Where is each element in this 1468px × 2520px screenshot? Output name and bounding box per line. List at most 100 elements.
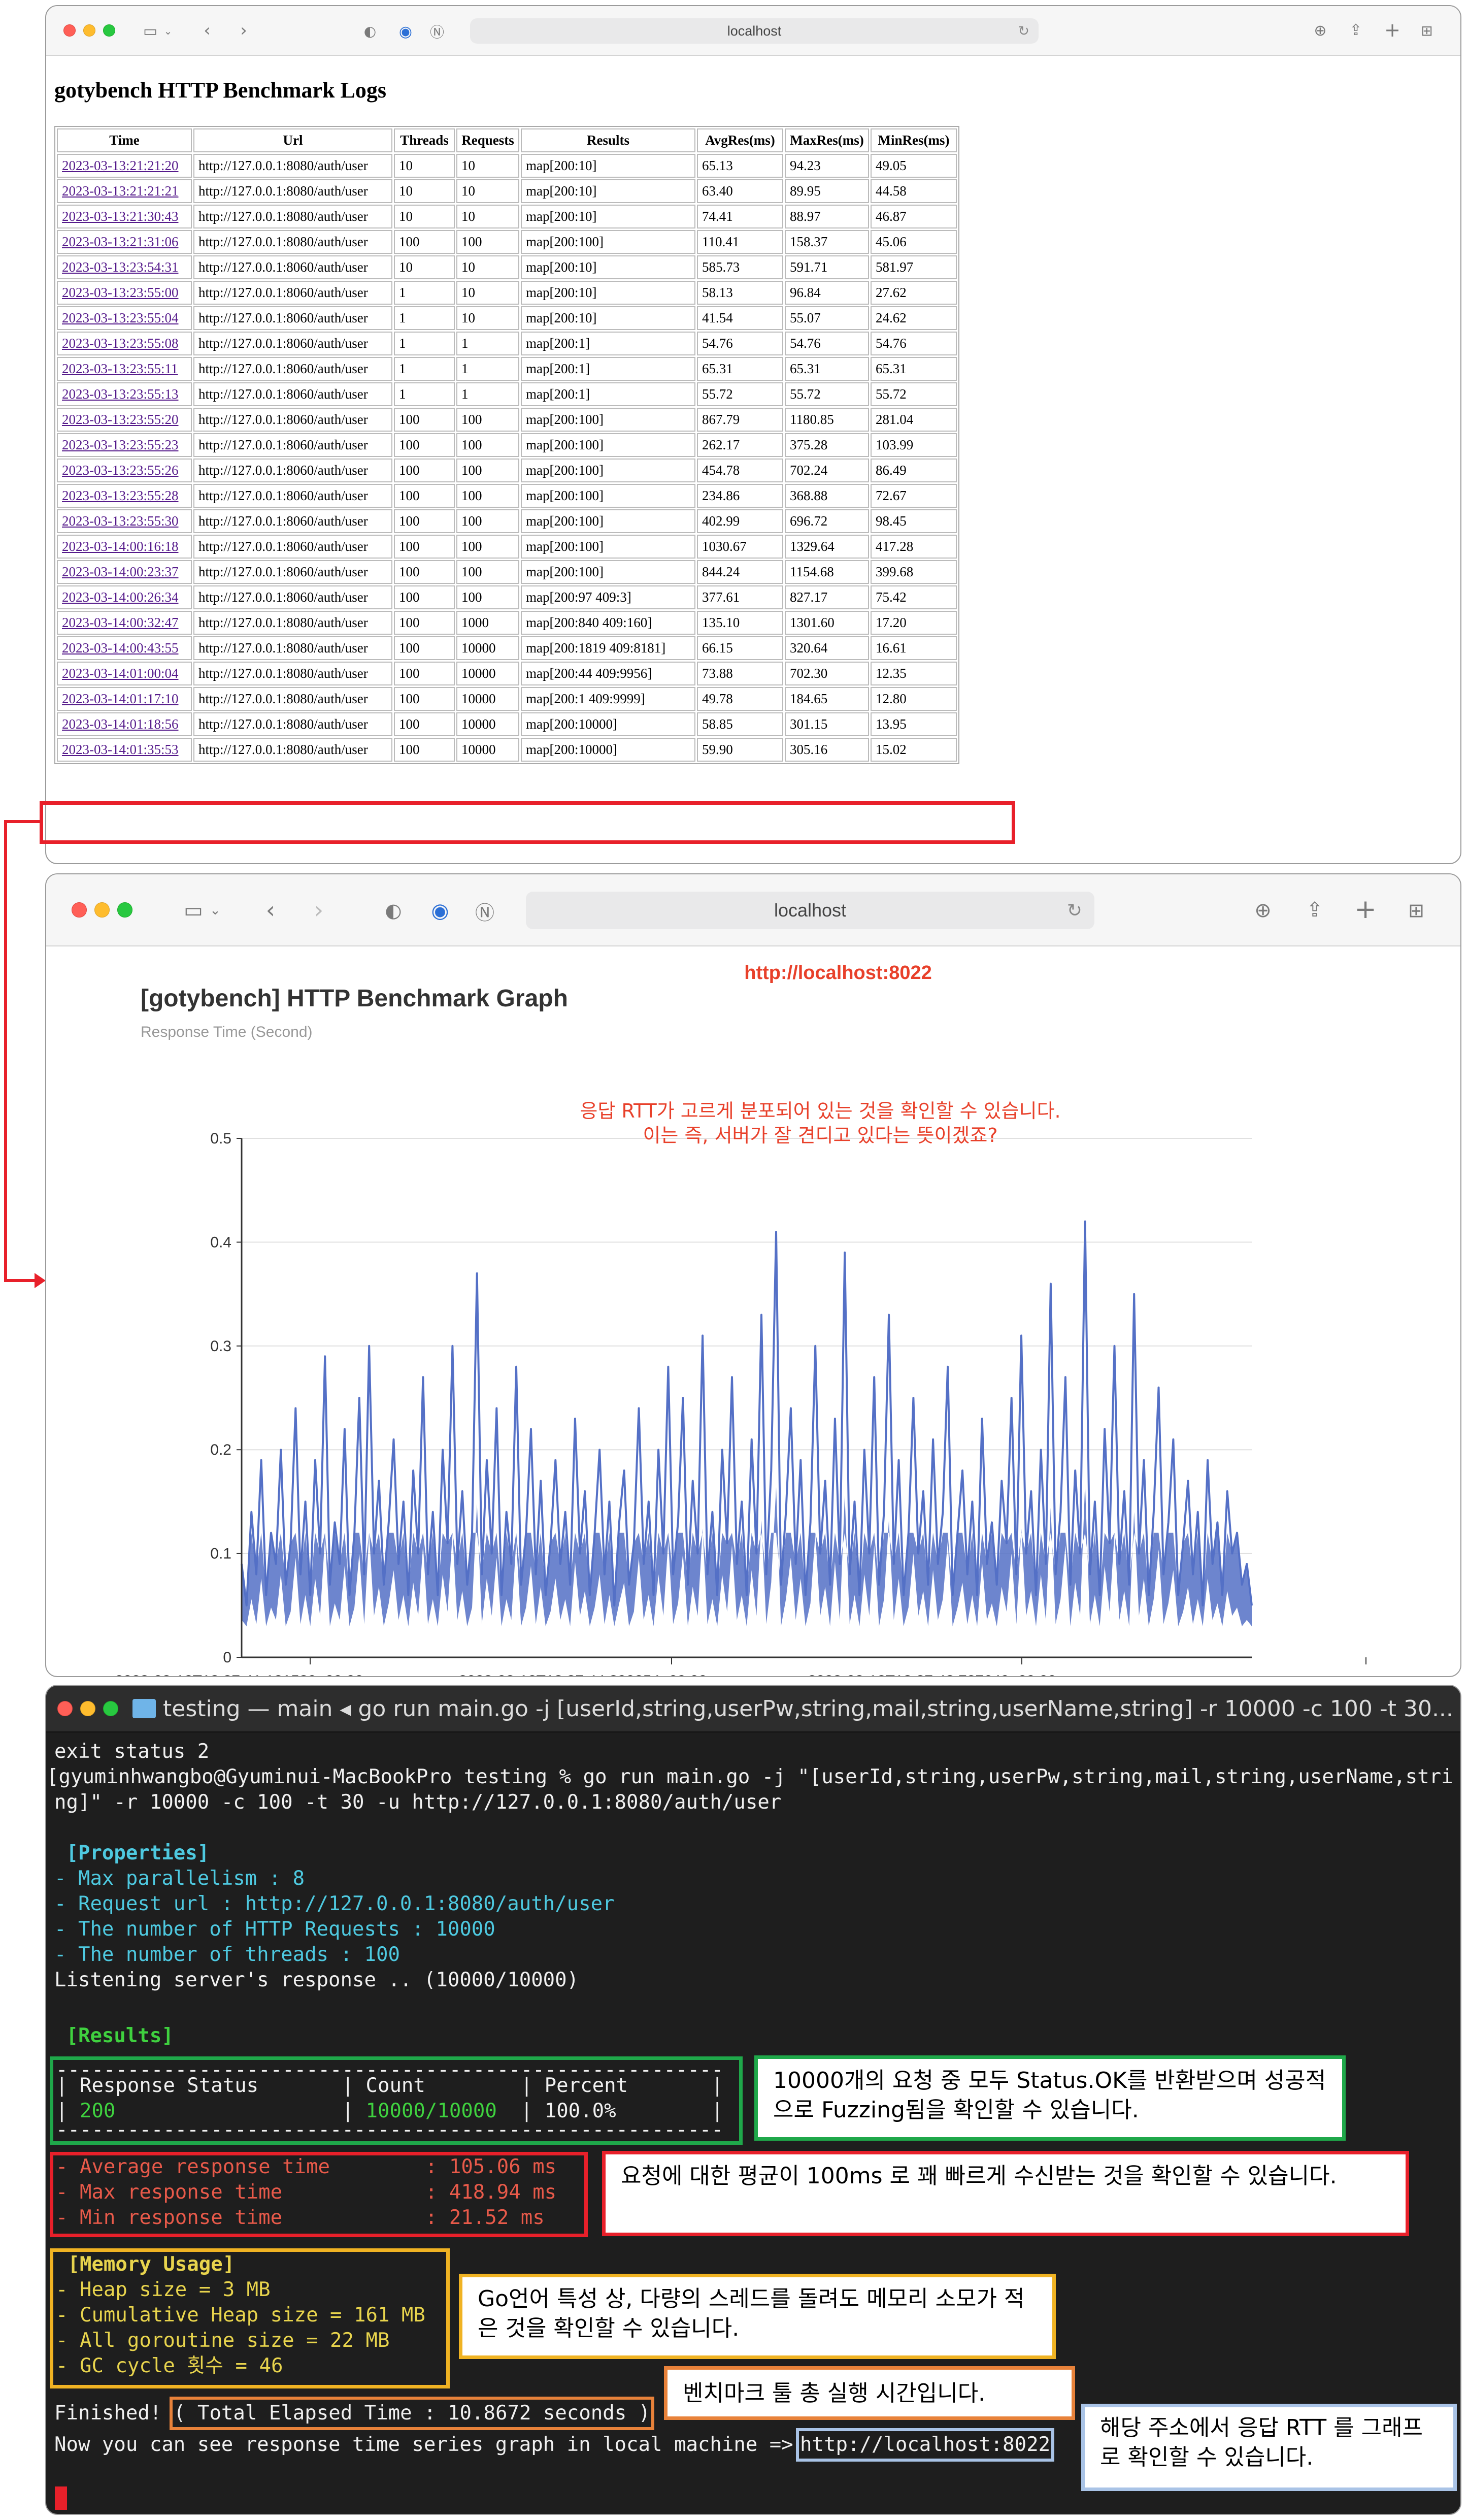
memory-line: - Cumulative Heap size = 161 MB	[56, 2304, 425, 2327]
log-time-link[interactable]: 2023-03-14:00:16:18	[57, 535, 192, 559]
forward-icon[interactable]: ›	[235, 20, 252, 41]
log-time-link[interactable]: 2023-03-13:21:30:43	[57, 205, 192, 228]
log-time-link[interactable]: 2023-03-14:00:43:55	[57, 636, 192, 660]
table-cell: 100	[394, 585, 455, 609]
minimize-window-button[interactable]	[80, 1701, 95, 1716]
share-icon[interactable]: ⇪	[1346, 19, 1366, 41]
table-cell: map[200:100]	[521, 433, 695, 457]
new-tab-icon[interactable]: +	[1382, 19, 1403, 41]
extension-icon[interactable]: ◉	[395, 21, 416, 42]
table-cell: 10000	[456, 687, 519, 711]
table-cell: map[200:100]	[521, 230, 695, 254]
log-time-link[interactable]: 2023-03-14:00:32:47	[57, 611, 192, 635]
reload-icon[interactable]: ↻	[1067, 900, 1082, 921]
sidebar-icon[interactable]: ▭	[140, 21, 160, 41]
table-cell: 100	[394, 408, 455, 432]
log-time-link[interactable]: 2023-03-14:00:23:37	[57, 560, 192, 584]
notion-icon[interactable]: Ⓝ	[472, 898, 498, 924]
privacy-shield-icon[interactable]: ◐	[381, 898, 406, 923]
graph-url-link[interactable]: http://localhost:8022	[795, 2428, 1055, 2462]
table-cell: 1000	[456, 611, 519, 635]
table-cell: 1	[456, 332, 519, 355]
chevron-down-icon[interactable]: ⌄	[162, 21, 174, 41]
table-row: 2023-03-13:21:21:21 http://127.0.0.1:8080…	[57, 179, 957, 203]
log-time-link[interactable]: 2023-03-13:23:55:20	[57, 408, 192, 432]
zoom-window-button[interactable]	[103, 24, 115, 37]
table-cell: 100	[456, 535, 519, 559]
back-icon[interactable]: ‹	[198, 20, 216, 41]
log-time-link[interactable]: 2023-03-13:23:55:00	[57, 281, 192, 305]
chart-y-axis-label: Response Time (Second)	[141, 1024, 313, 1040]
zoom-window-button[interactable]	[103, 1701, 118, 1716]
chart-x-tick-label: 2023-03-12T18:37:44.899254+09:00	[458, 1673, 707, 1677]
tab-overview-icon[interactable]: ⊞	[1417, 20, 1437, 41]
chevron-down-icon[interactable]: ⌄	[208, 899, 223, 922]
table-cell: map[200:10]	[521, 281, 695, 305]
tab-overview-icon[interactable]: ⊞	[1403, 897, 1430, 924]
minimize-window-button[interactable]	[94, 902, 110, 918]
log-time-link[interactable]: 2023-03-14:01:00:04	[57, 662, 192, 685]
table-cell: 184.65	[785, 687, 869, 711]
privacy-shield-icon[interactable]: ◐	[361, 21, 379, 41]
table-cell: 454.78	[697, 459, 783, 482]
memory-header: [Memory Usage]	[56, 2253, 235, 2276]
log-time-link[interactable]: 2023-03-13:23:55:28	[57, 484, 192, 508]
log-time-link[interactable]: 2023-03-13:23:55:23	[57, 433, 192, 457]
new-tab-icon[interactable]: +	[1352, 894, 1379, 925]
log-time-link[interactable]: 2023-03-13:23:54:31	[57, 255, 192, 279]
chart-series	[241, 1220, 1253, 1626]
table-cell: http://127.0.0.1:8080/auth/user	[193, 636, 392, 660]
log-time-link[interactable]: 2023-03-13:21:31:06	[57, 230, 192, 254]
log-time-link[interactable]: 2023-03-13:23:55:08	[57, 332, 192, 355]
browser-window-graph: ▭ ⌄ ‹ › ◐ ◉ Ⓝ localhost ↻ ⊕ ⇪ + ⊞ http:/…	[45, 873, 1461, 1677]
zoom-window-button[interactable]	[117, 902, 132, 918]
share-icon[interactable]: ⇪	[1301, 896, 1328, 924]
table-cell: http://127.0.0.1:8060/auth/user	[193, 357, 392, 381]
log-time-link[interactable]: 2023-03-14:01:35:53	[57, 738, 192, 762]
address-bar[interactable]: localhost ↻	[470, 18, 1039, 44]
download-icon[interactable]: ⊕	[1310, 20, 1330, 41]
notion-icon[interactable]: Ⓝ	[427, 21, 447, 42]
log-time-link[interactable]: 2023-03-13:21:21:21	[57, 179, 192, 203]
log-time-link[interactable]: 2023-03-14:00:26:34	[57, 585, 192, 609]
table-row: 2023-03-13:23:55:13 http://127.0.0.1:8060…	[57, 382, 957, 406]
table-cell: 100	[456, 509, 519, 533]
table-cell: 100	[456, 585, 519, 609]
log-time-link[interactable]: 2023-03-14:01:18:56	[57, 712, 192, 736]
log-time-link[interactable]: 2023-03-13:21:21:20	[57, 154, 192, 178]
close-window-button[interactable]	[57, 1701, 73, 1716]
table-cell: 10	[456, 179, 519, 203]
table-cell: 100	[394, 535, 455, 559]
log-time-link[interactable]: 2023-03-13:23:55:11	[57, 357, 192, 381]
table-cell: http://127.0.0.1:8060/auth/user	[193, 408, 392, 432]
reload-icon[interactable]: ↻	[1018, 23, 1029, 39]
log-time-link[interactable]: 2023-03-13:23:55:26	[57, 459, 192, 482]
table-cell: 591.71	[785, 255, 869, 279]
log-time-link[interactable]: 2023-03-14:01:17:10	[57, 687, 192, 711]
column-header: Time	[57, 128, 192, 152]
log-time-link[interactable]: 2023-03-13:23:55:30	[57, 509, 192, 533]
table-cell: 65.31	[871, 357, 957, 381]
table-cell: map[200:100]	[521, 459, 695, 482]
log-time-link[interactable]: 2023-03-13:23:55:13	[57, 382, 192, 406]
download-icon[interactable]: ⊕	[1249, 897, 1277, 924]
log-time-link[interactable]: 2023-03-13:23:55:04	[57, 306, 192, 330]
close-window-button[interactable]	[63, 24, 76, 37]
window-controls	[72, 902, 132, 918]
close-window-button[interactable]	[72, 902, 87, 918]
back-icon[interactable]: ‹	[259, 896, 282, 924]
property-line: - Request url : http://127.0.0.1:8080/au…	[54, 1892, 615, 1915]
table-cell: map[200:100]	[521, 509, 695, 533]
table-cell: 1301.60	[785, 611, 869, 635]
sidebar-icon[interactable]: ▭	[181, 899, 206, 922]
table-cell: 10	[394, 154, 455, 178]
address-bar[interactable]: localhost ↻	[526, 892, 1094, 929]
table-cell: http://127.0.0.1:8060/auth/user	[193, 484, 392, 508]
table-cell: 54.76	[871, 332, 957, 355]
minimize-window-button[interactable]	[83, 24, 95, 37]
extension-icon[interactable]: ◉	[427, 898, 453, 924]
forward-icon[interactable]: ›	[308, 896, 330, 924]
property-line: - The number of threads : 100	[54, 1943, 400, 1966]
table-cell: map[200:100]	[521, 484, 695, 508]
table-row: 2023-03-13:21:21:20 http://127.0.0.1:8080…	[57, 154, 957, 178]
